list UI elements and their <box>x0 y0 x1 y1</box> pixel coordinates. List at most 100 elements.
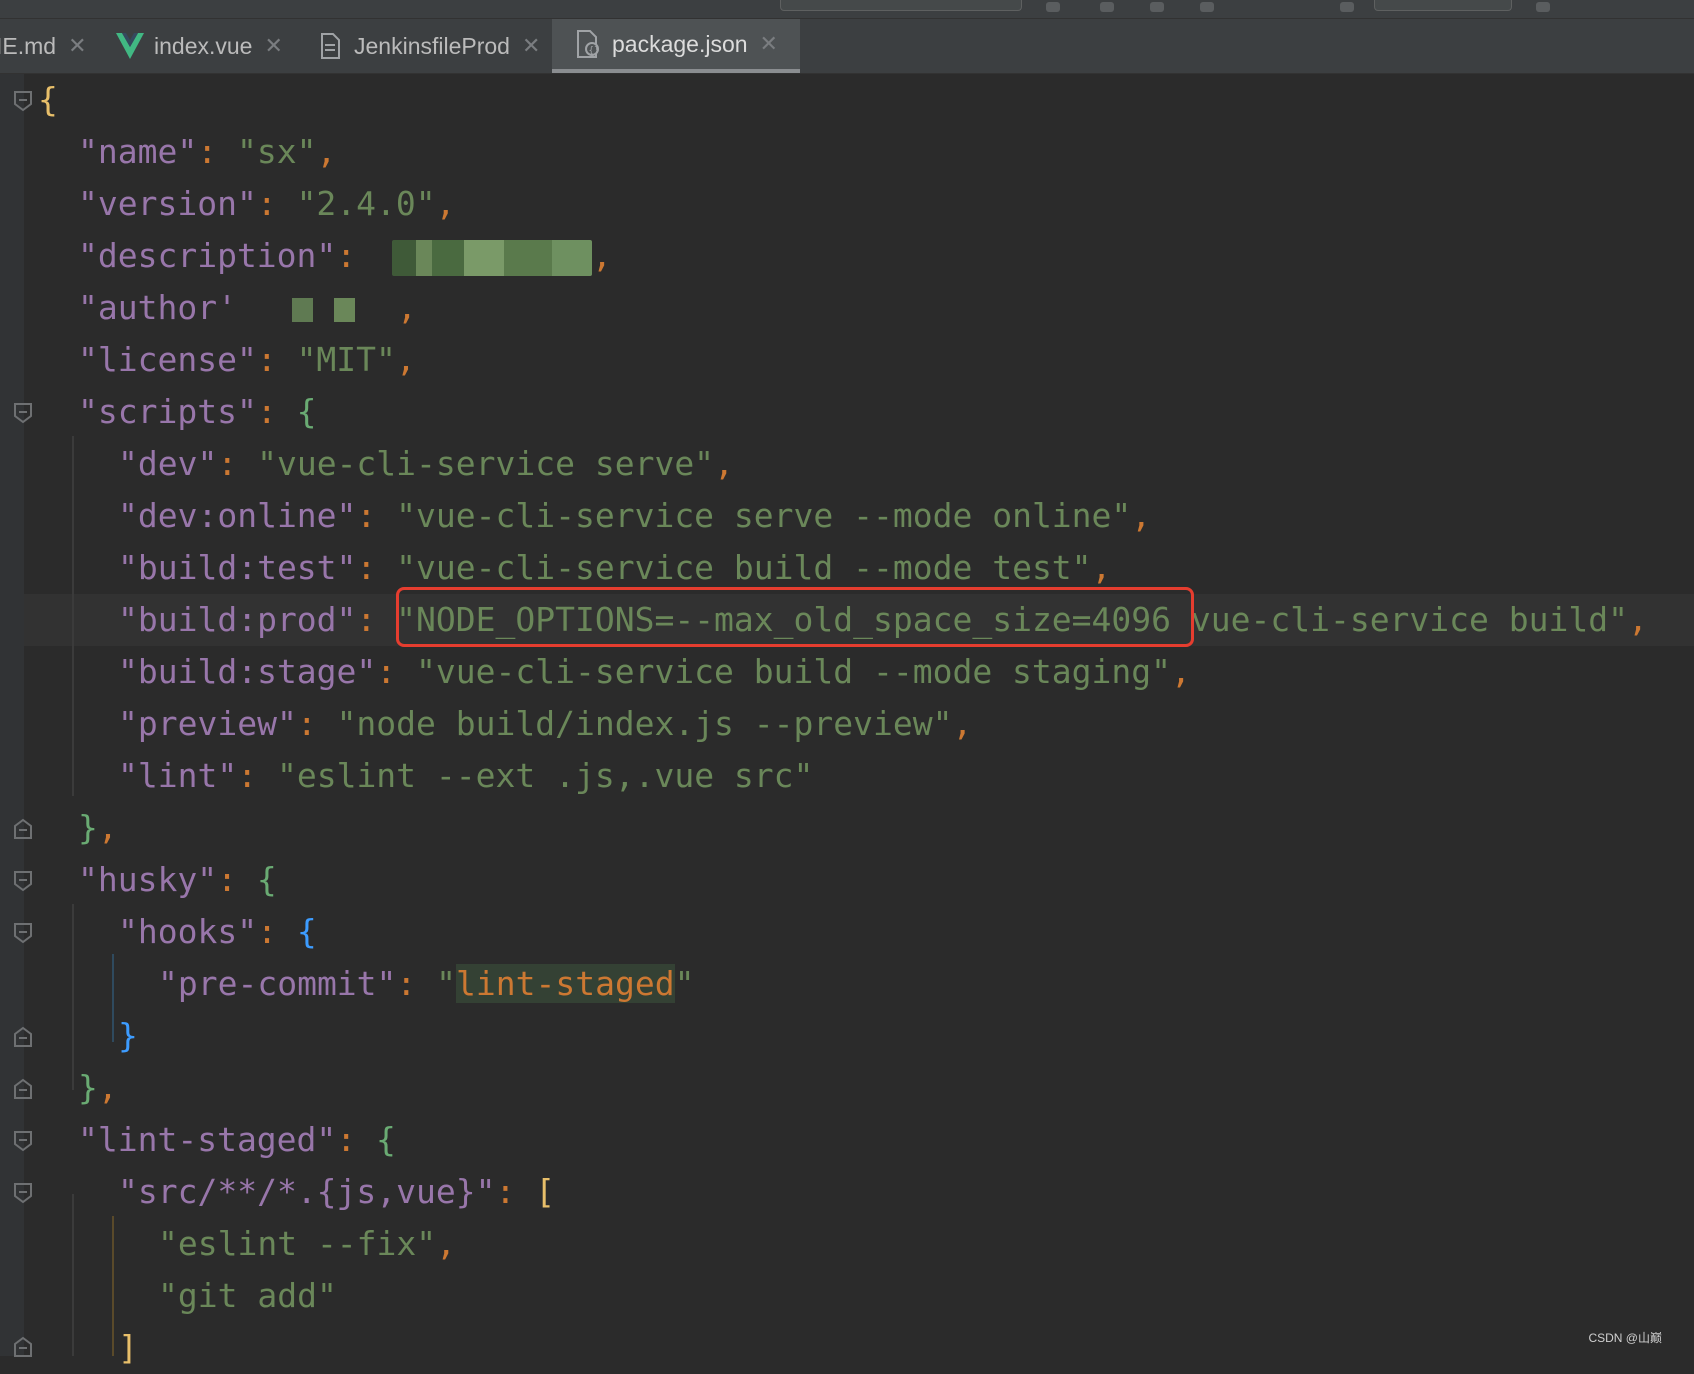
search-highlight: lint-staged <box>456 964 675 1003</box>
fold-collapse-icon[interactable] <box>13 922 33 944</box>
tab-label: JenkinsfileProd <box>354 32 510 59</box>
editor-gutter <box>0 74 24 1356</box>
json-key: "author' <box>78 288 237 327</box>
json-value: "2.4.0" <box>296 184 436 223</box>
watermark: CSDN @山巅 <box>1588 1331 1662 1345</box>
toolbar-button[interactable] <box>1100 2 1114 12</box>
code-line-dev-online: "dev:online": "vue-cli-service serve --m… <box>118 496 1152 535</box>
json-config-file-icon: {} <box>574 30 602 58</box>
code-line-dev: "dev": "vue-cli-service serve", <box>118 444 734 483</box>
code-line-husky: "husky": { <box>78 860 277 899</box>
indent-guide <box>112 954 114 1042</box>
json-value: "eslint --fix" <box>158 1224 437 1263</box>
json-value: "node build/index.js --preview" <box>336 704 953 743</box>
code-line-lint-staged: "lint-staged": { <box>78 1120 396 1159</box>
close-icon[interactable]: ✕ <box>522 33 540 59</box>
close-icon[interactable]: ✕ <box>264 33 282 59</box>
fold-end-icon[interactable] <box>13 1336 33 1358</box>
red-annotation-box <box>396 587 1194 647</box>
text-file-icon <box>316 32 344 60</box>
fold-end-icon[interactable] <box>13 818 33 840</box>
json-key: "lint-staged" <box>78 1120 337 1159</box>
json-value: "vue-cli-service serve" <box>257 444 715 483</box>
indent-guide <box>72 436 74 796</box>
json-key: "build:prod" <box>118 600 357 639</box>
code-editor[interactable]: { "name": "sx", "version": "2.4.0", "des… <box>0 74 1694 1367</box>
toolbar-button[interactable] <box>1150 2 1164 12</box>
code-line-scripts: "scripts": { <box>78 392 317 431</box>
code-line-build-stage: "build:stage": "vue-cli-service build --… <box>118 652 1191 691</box>
json-key: "src/**/*.{js,vue}" <box>118 1172 496 1211</box>
json-value: vue-cli-service build" <box>1171 600 1628 639</box>
redacted-value <box>246 297 397 322</box>
tab-label: package.json <box>612 30 748 57</box>
tab-jenkinsfileprod[interactable]: JenkinsfileProd ✕ <box>316 19 540 73</box>
json-key: "license" <box>78 340 257 379</box>
json-key: "version" <box>78 184 257 223</box>
indent-guide <box>72 1194 74 1356</box>
json-value: "vue-cli-service build --mode test" <box>396 548 1092 587</box>
json-key: "dev:online" <box>118 496 357 535</box>
json-key: "preview" <box>118 704 297 743</box>
json-key: "lint" <box>118 756 238 795</box>
toolbar-search-field[interactable] <box>1374 0 1512 11</box>
json-key: "hooks" <box>118 912 258 951</box>
quote: " <box>436 964 457 1003</box>
tab-index-vue[interactable]: index.vue ✕ <box>116 19 283 73</box>
code-line-author: "author', <box>78 288 417 327</box>
json-value: "vue-cli-service build --mode staging" <box>416 652 1172 691</box>
json-key: "husky" <box>78 860 218 899</box>
toolbar-button[interactable] <box>1200 2 1214 12</box>
code-line-glob: "src/**/*.{js,vue}": [ <box>118 1172 556 1211</box>
json-value: "git add" <box>158 1276 337 1315</box>
toolbar-button[interactable] <box>1046 2 1060 12</box>
code-line-1: { <box>38 80 58 119</box>
code-line-name: "name": "sx", <box>78 132 337 171</box>
json-value: "eslint --ext .js,.vue src" <box>276 756 814 795</box>
code-line-hooks: "hooks": { <box>118 912 317 951</box>
top-toolbar <box>0 0 1694 19</box>
close-icon[interactable]: ✕ <box>760 31 778 57</box>
editor-tab-bar: IE.md ✕ index.vue ✕ JenkinsfileProd ✕ {}… <box>0 19 1694 74</box>
tab-readme[interactable]: IE.md ✕ <box>0 19 87 73</box>
code-line-preview: "preview": "node build/index.js --previe… <box>118 704 973 743</box>
fold-end-icon[interactable] <box>13 1026 33 1048</box>
redacted-value <box>392 239 593 276</box>
json-key: "description" <box>78 236 337 275</box>
code-line-hooks-close: } <box>118 1016 138 1055</box>
code-line-scripts-close: }, <box>78 808 118 847</box>
tab-package-json[interactable]: {} package.json ✕ <box>552 19 800 73</box>
fold-collapse-icon[interactable] <box>13 870 33 892</box>
code-line-version: "version": "2.4.0", <box>78 184 456 223</box>
json-key: "dev" <box>118 444 218 483</box>
code-line-eslint-fix: "eslint --fix", <box>158 1224 457 1263</box>
vue-logo-icon <box>116 32 144 60</box>
json-key: "name" <box>78 132 198 171</box>
code-line-pre-commit: "pre-commit": "lint-staged" <box>158 964 695 1003</box>
json-key: "scripts" <box>78 392 257 431</box>
quote: " <box>674 964 695 1003</box>
close-icon[interactable]: ✕ <box>68 33 86 59</box>
fold-collapse-icon[interactable] <box>13 402 33 424</box>
indent-guide <box>112 1216 114 1356</box>
fold-collapse-icon[interactable] <box>13 1182 33 1204</box>
json-value: "vue-cli-service serve --mode online" <box>396 496 1132 535</box>
json-key: "build:stage" <box>118 652 377 691</box>
fold-collapse-icon[interactable] <box>13 90 33 112</box>
toolbar-button[interactable] <box>1340 2 1354 12</box>
toolbar-button[interactable] <box>1536 2 1550 12</box>
json-key: "build:test" <box>118 548 357 587</box>
code-line-license: "license": "MIT", <box>78 340 416 379</box>
json-value: "sx" <box>236 132 317 171</box>
indent-guide <box>72 904 74 1090</box>
code-line-husky-close: }, <box>78 1068 118 1107</box>
code-line-git-add: "git add" <box>158 1270 337 1322</box>
svg-text:{}: {} <box>589 46 600 56</box>
code-line-lint: "lint": "eslint --ext .js,.vue src" <box>118 756 814 795</box>
tab-label: index.vue <box>154 32 253 59</box>
fold-end-icon[interactable] <box>13 1078 33 1100</box>
json-value: "MIT" <box>296 340 396 379</box>
fold-collapse-icon[interactable] <box>13 1130 33 1152</box>
run-config-selector[interactable] <box>780 0 1022 11</box>
code-line-array-close: ] <box>118 1328 138 1367</box>
